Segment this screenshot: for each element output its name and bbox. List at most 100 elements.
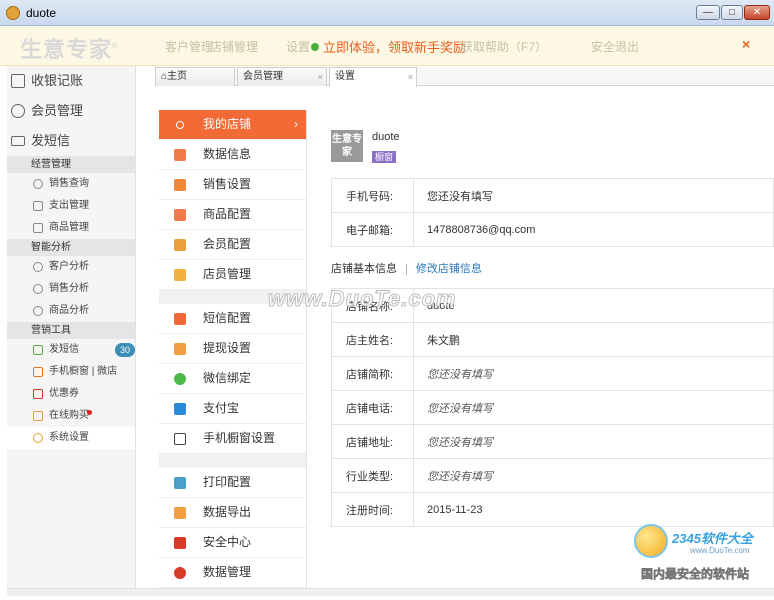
- wechat-icon: [174, 373, 186, 385]
- menu-withdraw[interactable]: 提现设置: [159, 334, 306, 364]
- address-value: 您还没有填写: [413, 424, 774, 459]
- tab-members[interactable]: 会员管理 ×: [237, 67, 327, 86]
- nav-customer-analysis[interactable]: 客户分析: [7, 256, 135, 278]
- table-row: 注册时间: 2015-11-23: [331, 492, 774, 527]
- table-row: 电子邮箱: 1478808736@qq.com: [331, 212, 774, 247]
- pie-chart-icon: [33, 306, 43, 316]
- settings-menu: 我的店铺 › 数据信息 销售设置 商品配置 会员配置 店员管理 短信配置 提现设置…: [159, 110, 307, 588]
- phone-value: 您还没有填写: [413, 178, 774, 213]
- nav-product-analysis[interactable]: 商品分析: [7, 300, 135, 322]
- printer-icon: [174, 477, 186, 489]
- nav-online-purchase[interactable]: 在线购买: [7, 405, 135, 427]
- header-faded-settings: 设置: [286, 40, 311, 54]
- menu-data-info[interactable]: 数据信息: [159, 140, 306, 170]
- menu-wechat[interactable]: 微信绑定: [159, 364, 306, 394]
- notification-dot: [87, 410, 92, 415]
- table-row: 店铺地址: 您还没有填写: [331, 424, 774, 459]
- nav-products[interactable]: 商品管理: [7, 217, 135, 239]
- menu-member-config[interactable]: 会员配置: [159, 230, 306, 260]
- mail-icon: [33, 345, 43, 355]
- address-label: 店铺地址:: [331, 424, 414, 459]
- nav-send-sms[interactable]: 发短信 30: [7, 339, 136, 361]
- gear-icon: [33, 433, 43, 443]
- table-row: 店铺电话: 您还没有填写: [331, 390, 774, 425]
- horizontal-scrollbar[interactable]: [7, 588, 774, 596]
- vip-icon: [174, 239, 186, 251]
- menu-product-config[interactable]: 商品配置: [159, 200, 306, 230]
- promo-banner[interactable]: 立即体验，领取新手奖励: [311, 37, 466, 56]
- close-tab-icon[interactable]: ×: [408, 68, 413, 86]
- short-name-label: 店铺简称:: [331, 356, 414, 391]
- tab-bar: ⌂主页 会员管理 × 设置 ×: [155, 67, 774, 87]
- menu-export[interactable]: 数据导出: [159, 498, 306, 528]
- user-icon: [11, 104, 25, 118]
- nav-system-settings[interactable]: 系统设置: [7, 427, 135, 449]
- close-window-button[interactable]: ✕: [744, 5, 770, 20]
- nav-sales-query[interactable]: 销售查询: [7, 173, 135, 195]
- tab-home[interactable]: ⌂主页: [155, 67, 235, 86]
- cloud-icon: [174, 567, 186, 579]
- nav-cashier[interactable]: 收银记账: [7, 66, 135, 96]
- industry-label: 行业类型:: [331, 458, 414, 493]
- pie-chart-icon: [33, 262, 43, 272]
- search-icon: [33, 179, 43, 189]
- promo-close-icon[interactable]: ×: [742, 36, 750, 52]
- phone-label: 手机号码:: [331, 178, 414, 213]
- wallet-icon: [33, 201, 43, 211]
- maximize-button[interactable]: □: [721, 5, 743, 20]
- window-titlebar: duote — □ ✕: [0, 0, 774, 26]
- nav-sales-analysis[interactable]: 销售分析: [7, 278, 135, 300]
- nav-group-analysis: 智能分析: [7, 239, 135, 256]
- nav-mobile-shop[interactable]: 手机橱窗 | 微店: [7, 361, 135, 383]
- sms-count-badge: 30: [115, 343, 136, 357]
- store-basic-info-header: 店铺基本信息 | 修改店铺信息: [331, 263, 482, 275]
- menu-data-manage[interactable]: 数据管理: [159, 558, 306, 588]
- staff-icon: [174, 269, 186, 281]
- menu-my-store[interactable]: 我的店铺 ›: [159, 110, 306, 140]
- watermark-url: www.DuoTe.com: [690, 546, 750, 555]
- store-basic-info-table: 店铺名称: duote 店主姓名: 朱文鹏 店铺简称: 您还没有填写 店铺电话: 您还没…: [331, 288, 774, 527]
- table-row: 行业类型: 您还没有填写: [331, 458, 774, 493]
- minimize-button[interactable]: —: [696, 5, 720, 20]
- header-logout: 安全退出: [591, 40, 640, 54]
- register-time-value: 2015-11-23: [413, 492, 774, 527]
- menu-alipay[interactable]: 支付宝: [159, 394, 306, 424]
- watermark-mascot-icon: [634, 524, 668, 558]
- menu-mobile-window[interactable]: 手机橱窗设置: [159, 424, 306, 454]
- nav-sms[interactable]: 发短信: [7, 126, 135, 156]
- nav-members[interactable]: 会员管理: [7, 96, 135, 126]
- sms-icon: [174, 313, 186, 325]
- nav-coupons[interactable]: 优惠券: [7, 383, 135, 405]
- lock-icon: [174, 537, 186, 549]
- mail-icon: [11, 136, 25, 146]
- owner-name-label: 店主姓名:: [331, 322, 414, 357]
- box-icon: [33, 223, 43, 233]
- promo-dot: [311, 43, 319, 51]
- store-name-value: duote: [413, 288, 774, 323]
- table-row: 手机号码: 您还没有填写: [331, 178, 774, 213]
- app-icon: [6, 6, 20, 20]
- edit-store-info-link[interactable]: 修改店铺信息: [416, 263, 482, 275]
- table-row: 店主姓名: 朱文鹏: [331, 322, 774, 357]
- store-phone-label: 店铺电话:: [331, 390, 414, 425]
- store-tag-badge: 橱窗: [372, 151, 397, 163]
- contact-info-table: 手机号码: 您还没有填写 电子邮箱: 1478808736@qq.com: [331, 178, 774, 247]
- app-header: 生意专家® 客户管理 店铺管理 设置 立即体验，领取新手奖励 获取帮助（F7） …: [0, 26, 774, 66]
- watermark-slogan: 国内最安全的软件站: [641, 567, 750, 582]
- export-icon: [174, 507, 186, 519]
- store-phone-value: 您还没有填写: [413, 390, 774, 425]
- tab-settings[interactable]: 设置 ×: [329, 67, 417, 87]
- chart-icon: [174, 149, 186, 161]
- coupon-icon: [33, 389, 43, 399]
- menu-security[interactable]: 安全中心: [159, 528, 306, 558]
- menu-print[interactable]: 打印配置: [159, 468, 306, 498]
- header-help: 获取帮助（F7）: [461, 40, 548, 54]
- short-name-value: 您还没有填写: [413, 356, 774, 391]
- nav-group-operations: 经营管理: [7, 156, 135, 173]
- nav-expenses[interactable]: 支出管理: [7, 195, 135, 217]
- industry-value: 您还没有填写: [413, 458, 774, 493]
- menu-sales-settings[interactable]: 销售设置: [159, 170, 306, 200]
- close-tab-icon[interactable]: ×: [318, 68, 323, 86]
- watermark-center: www.DuoTe.com: [268, 286, 457, 312]
- email-label: 电子邮箱:: [331, 212, 414, 247]
